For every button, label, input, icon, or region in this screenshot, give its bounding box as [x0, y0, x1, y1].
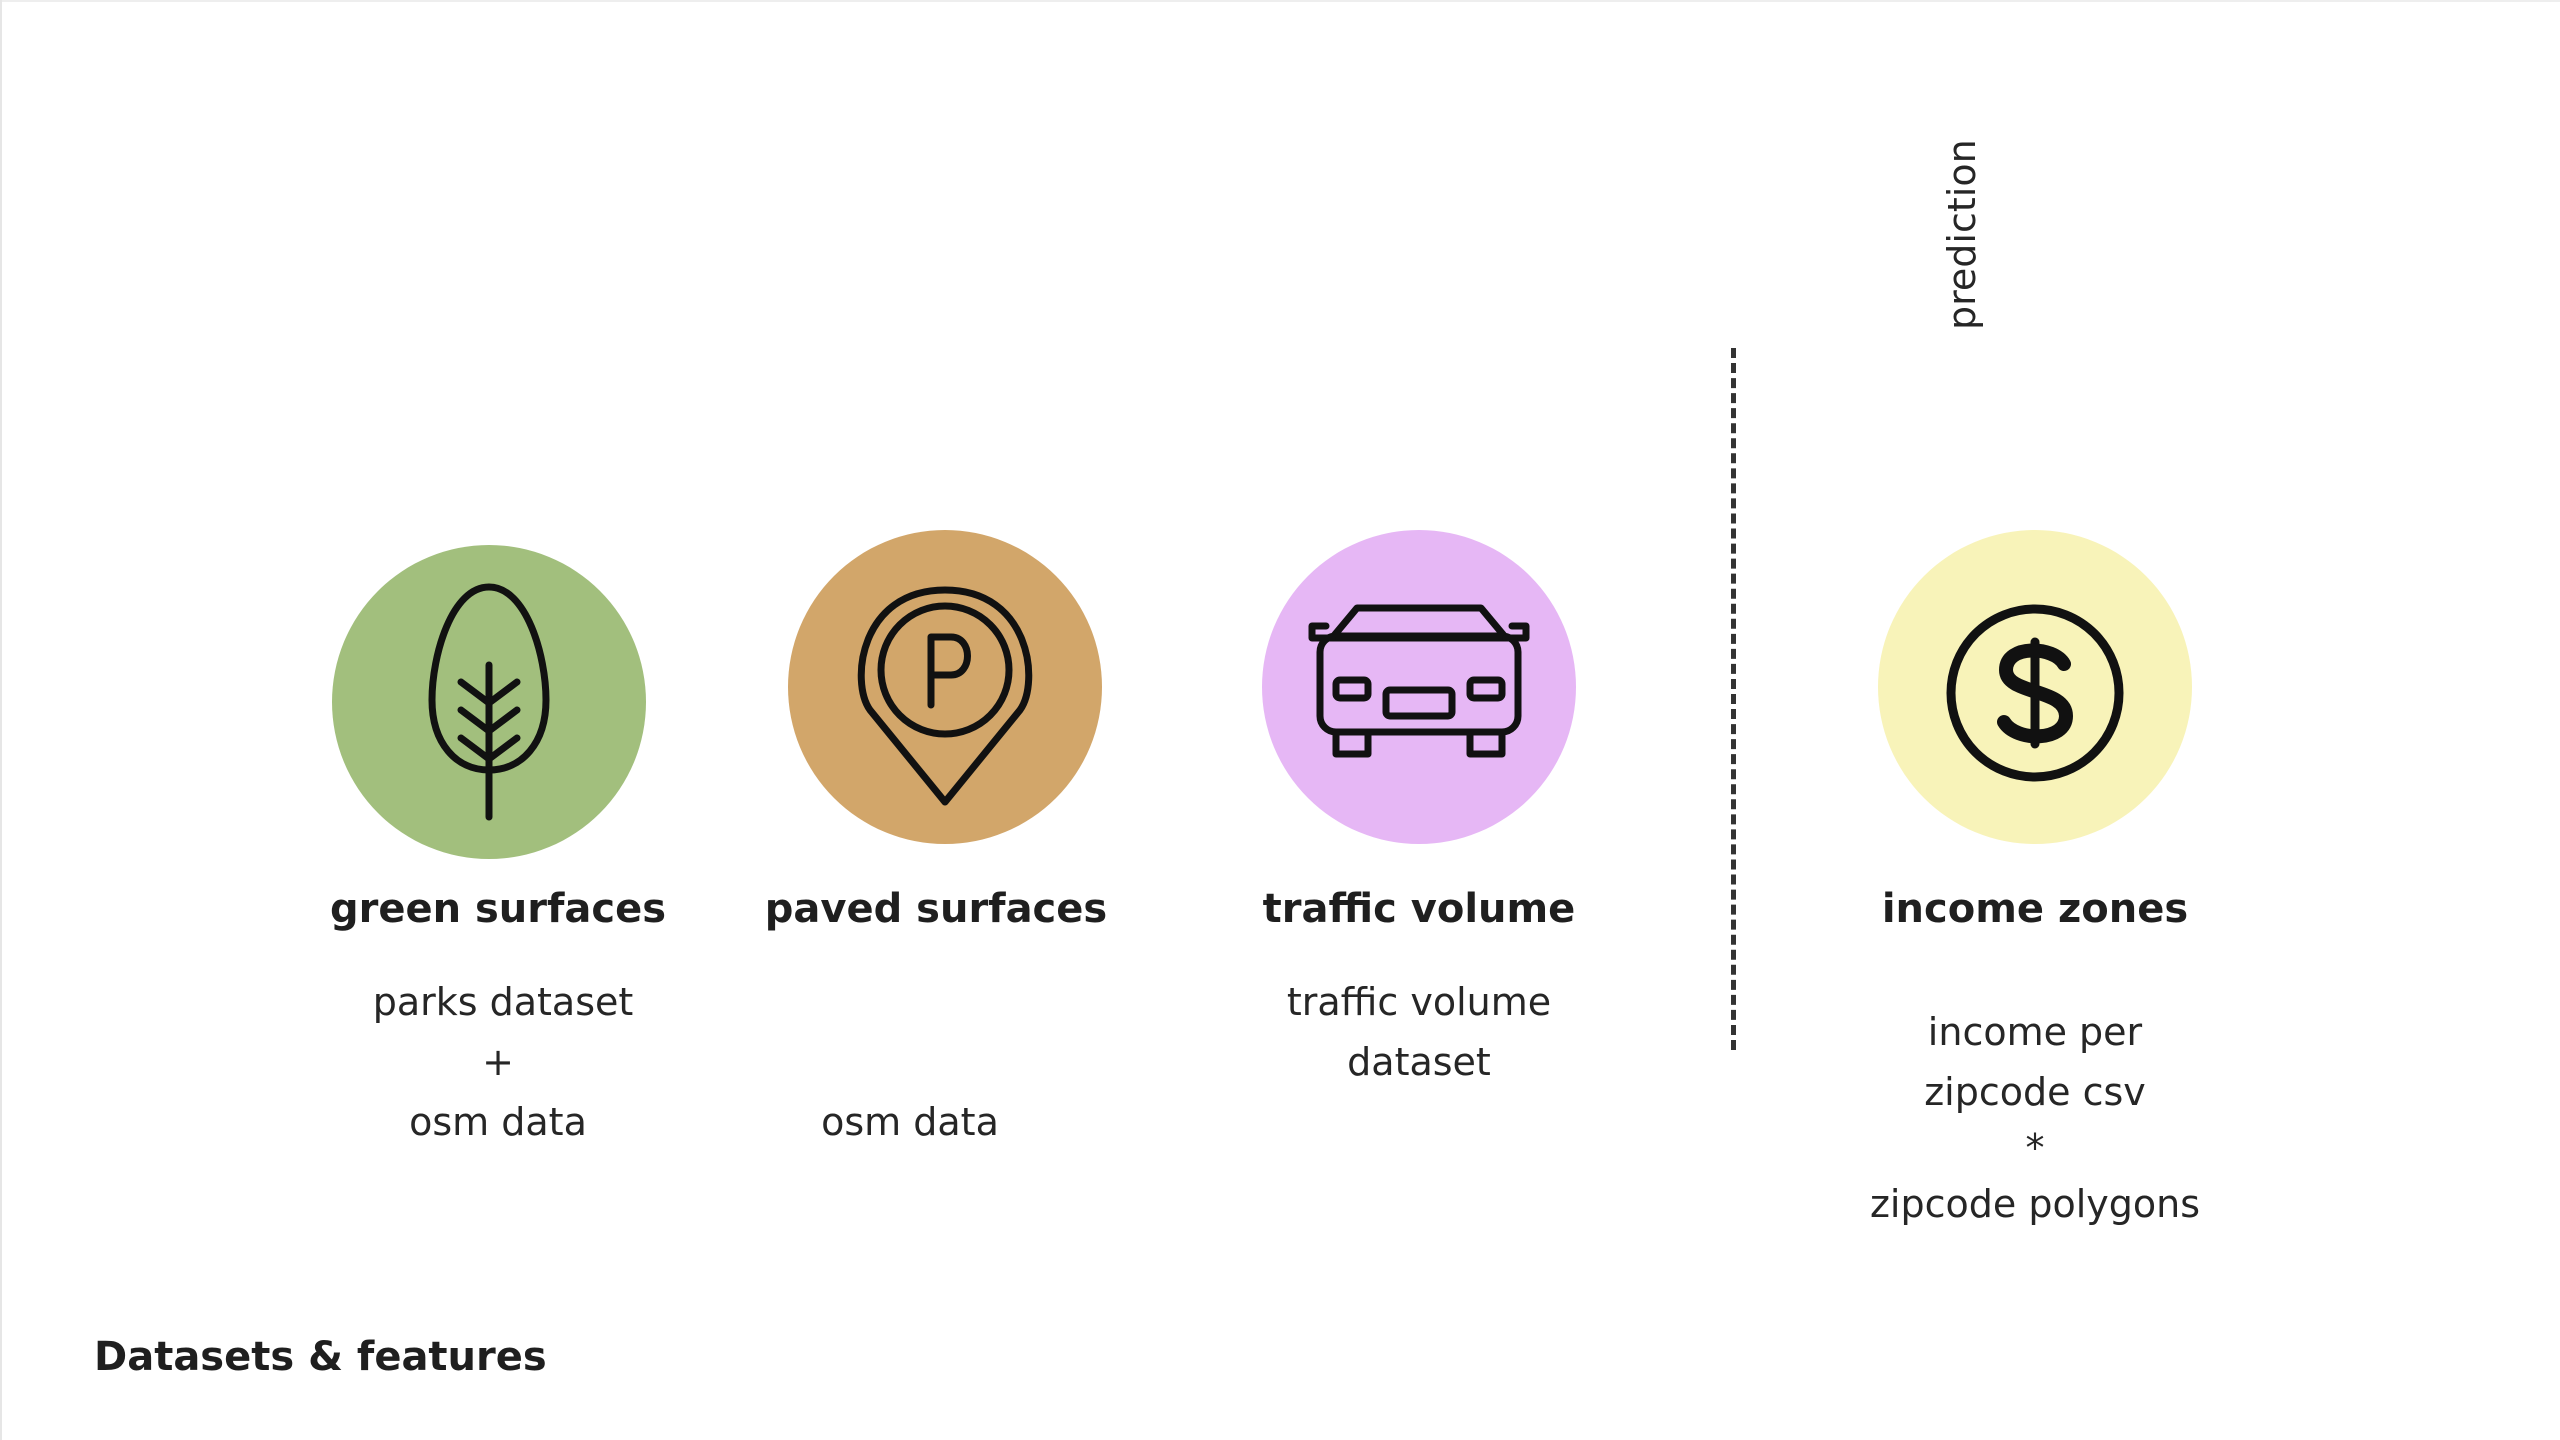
- desc-line: zipcode polygons: [1869, 1182, 2200, 1226]
- desc-line: zipcode csv: [1924, 1070, 2146, 1114]
- desc-line: osm data: [821, 1100, 999, 1144]
- tree-icon: [428, 583, 550, 821]
- desc-line: *: [2025, 1126, 2045, 1170]
- dashed-divider: [1731, 348, 1736, 1050]
- feature-title-income-zones: income zones: [1881, 886, 2189, 932]
- traffic-volume-circle: [1262, 530, 1576, 844]
- feature-desc-paved-surfaces: osm data: [650, 1092, 1170, 1152]
- feature-title-traffic-volume: traffic volume: [1262, 886, 1576, 932]
- feature-desc-income-zones: income per zipcode csv * zipcode polygon…: [1775, 1002, 2295, 1234]
- paved-surfaces-circle: [788, 530, 1102, 844]
- feature-desc-traffic-volume: traffic volume dataset: [1159, 972, 1679, 1092]
- feature-title-paved-surfaces: paved surfaces: [764, 886, 1108, 932]
- income-zones-circle: [1878, 530, 2192, 844]
- parking-pin-icon: [857, 586, 1033, 806]
- desc-line: parks dataset: [372, 980, 634, 1024]
- left-edge: [0, 0, 2, 1440]
- desc-line: dataset: [1347, 1040, 1491, 1084]
- desc-line: income per: [1927, 1010, 2143, 1054]
- green-surfaces-circle: [332, 545, 646, 859]
- desc-line: +: [482, 1040, 514, 1084]
- top-edge: [0, 0, 2560, 2]
- car-icon: [1308, 604, 1530, 758]
- prediction-label: prediction: [1940, 139, 1984, 330]
- footer-title: Datasets & features: [94, 1334, 547, 1380]
- dollar-coin-icon: [1946, 604, 2124, 782]
- desc-line: traffic volume: [1286, 980, 1552, 1024]
